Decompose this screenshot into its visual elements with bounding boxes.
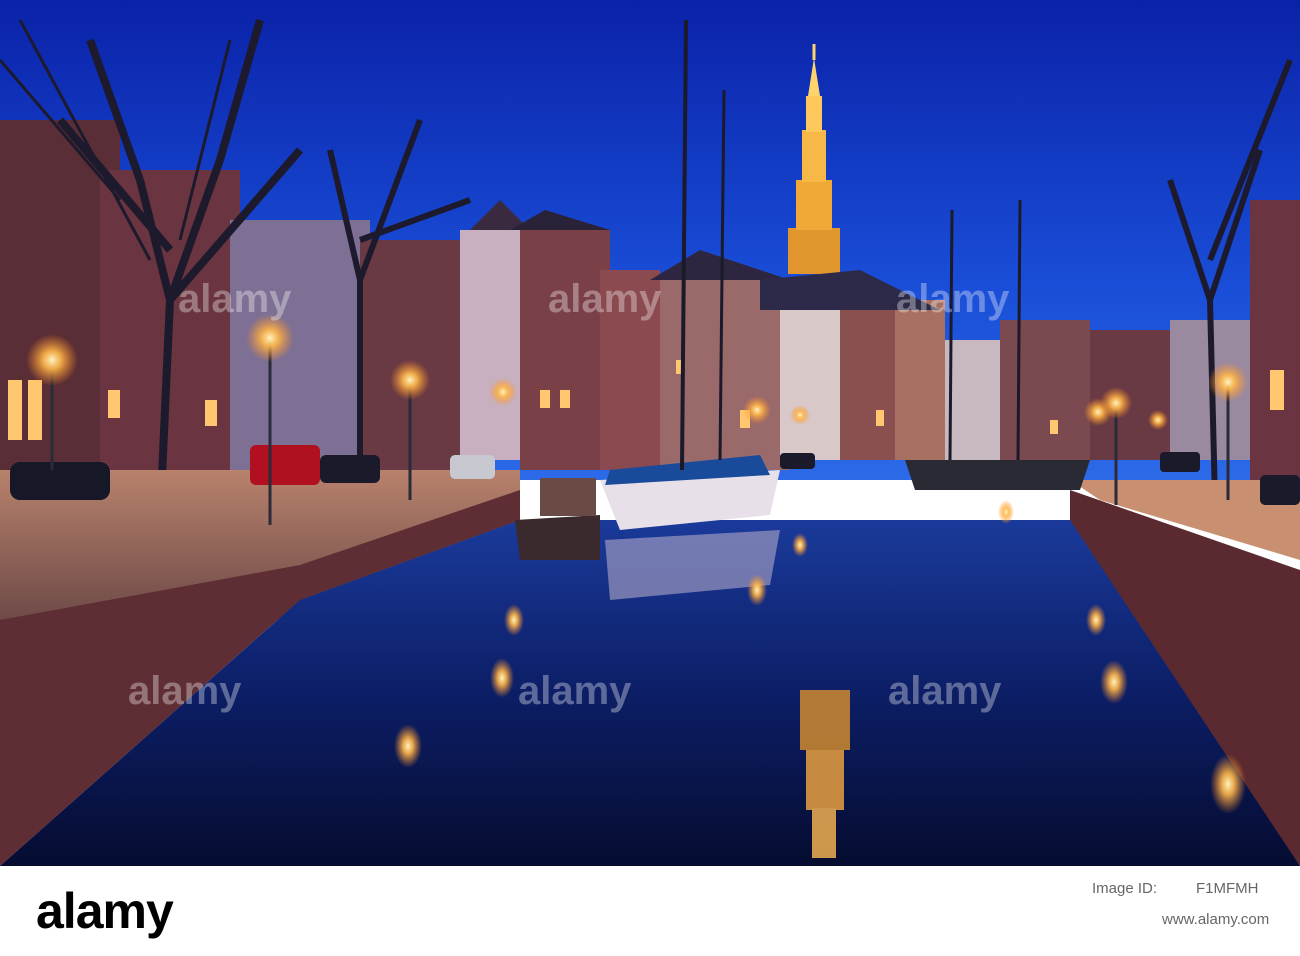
logo-text: alamy (36, 883, 174, 939)
site-url: www.alamy.com (1162, 911, 1270, 928)
watermark-text: alamy (548, 277, 662, 321)
watermark-text: alamy (896, 277, 1010, 321)
alamy-logo: alamy (36, 883, 174, 939)
watermark-text: alamy (128, 669, 242, 713)
canal-night-photo: alamy alamy alamy alamy alamy alamy (0, 0, 1300, 866)
photo-frame: alamy alamy alamy alamy alamy alamy alam… (0, 0, 1300, 956)
watermark-text: alamy (888, 669, 1002, 713)
watermark-text: alamy (178, 277, 292, 321)
image-id-label: Image ID: (1092, 880, 1158, 897)
watermark-text: alamy (518, 669, 632, 713)
stock-info-bar: alamy Image ID: F1MFMH www.alamy.com (0, 866, 1300, 956)
image-id: F1MFMH (1196, 880, 1259, 897)
